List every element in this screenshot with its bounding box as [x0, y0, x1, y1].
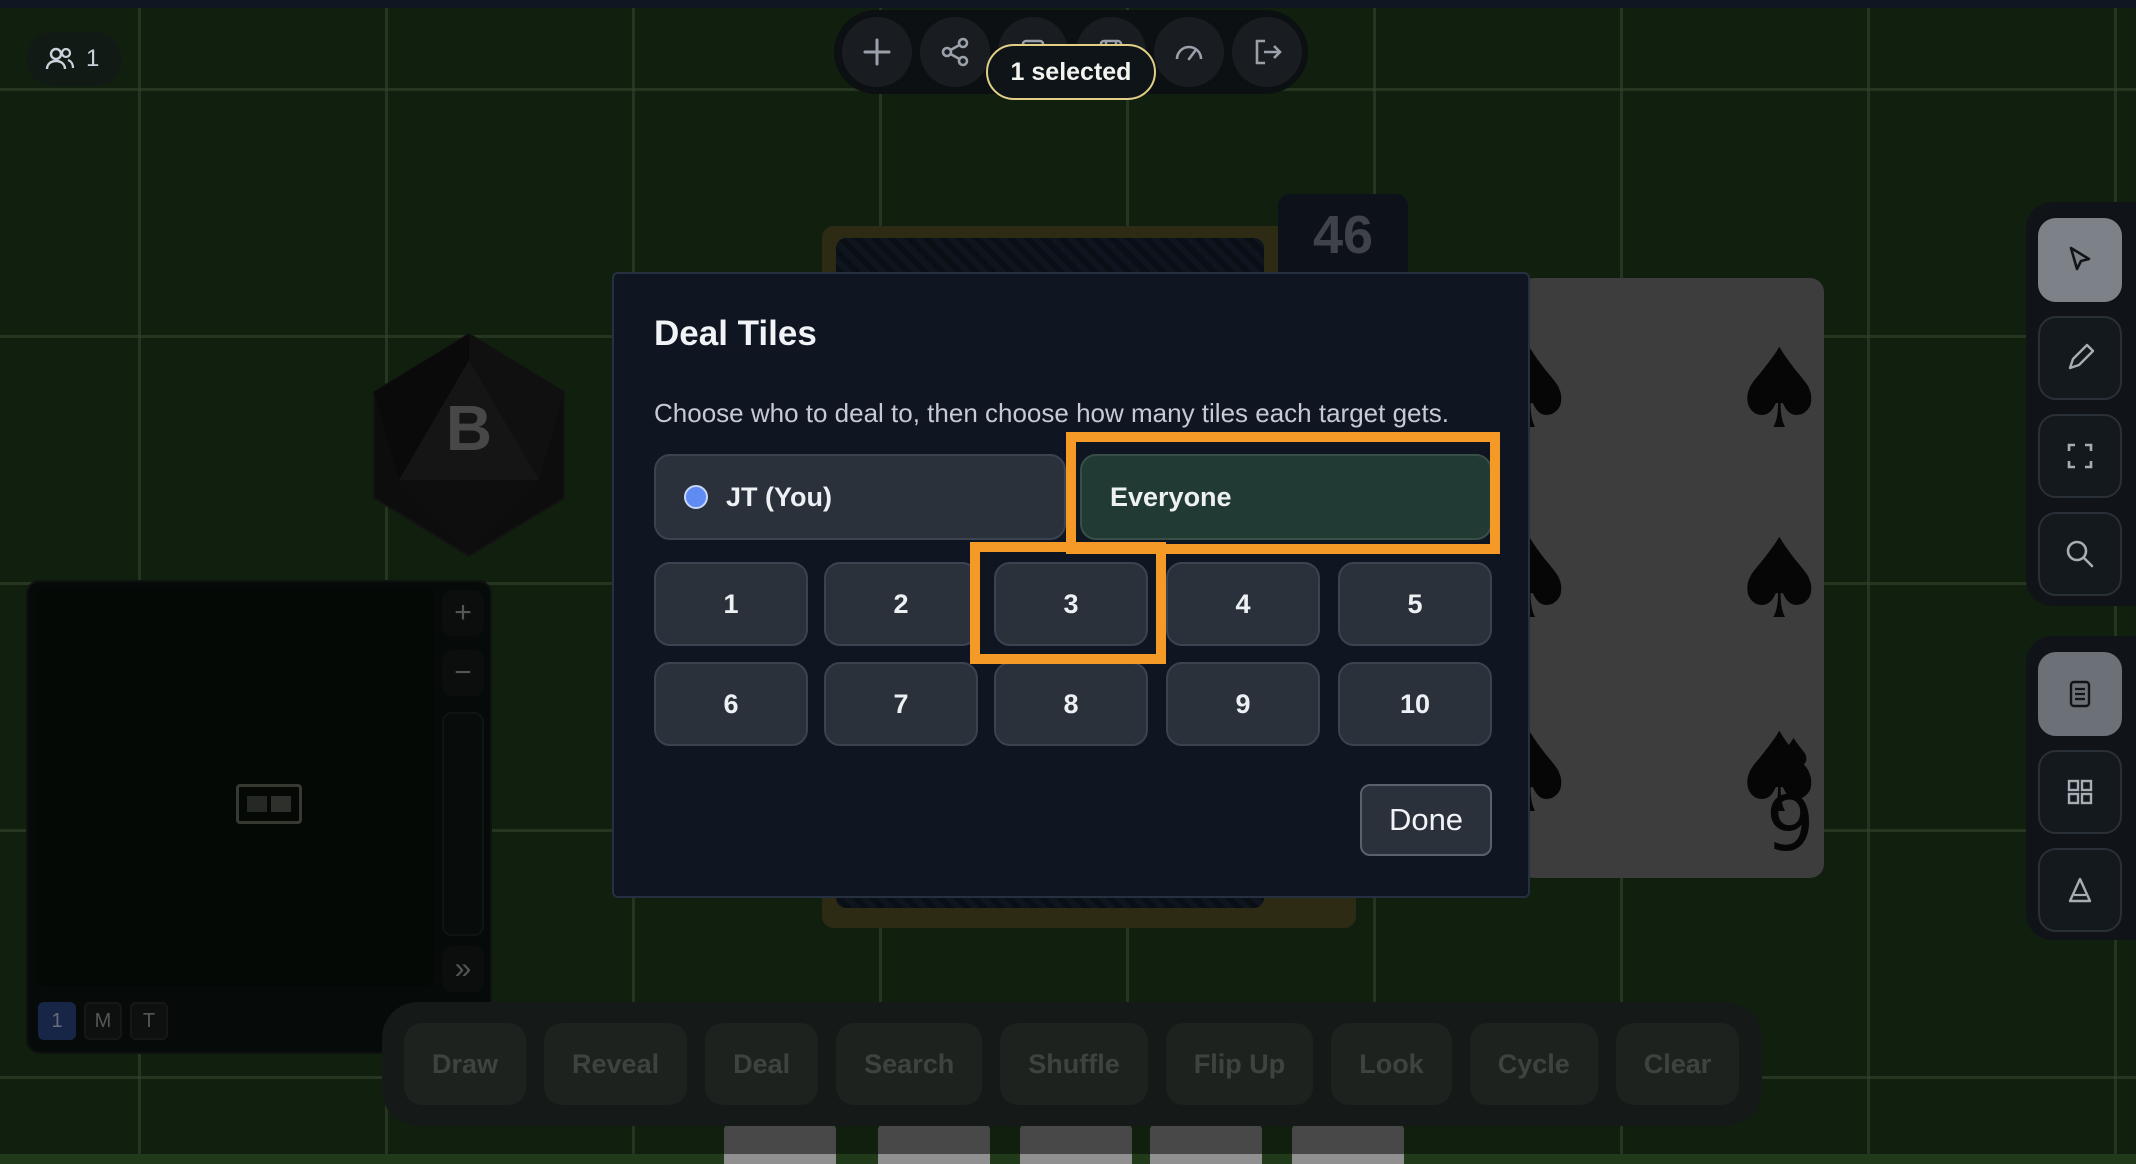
share-button[interactable] [920, 17, 990, 87]
speedometer-icon [1175, 45, 1203, 61]
players-count: 1 [86, 45, 100, 72]
search-icon [2066, 540, 2094, 568]
players-indicator[interactable]: 1 [26, 32, 122, 86]
notes-icon [2069, 680, 2091, 708]
pointer-icon [2069, 246, 2091, 271]
target-you-label: JT (You) [726, 481, 832, 512]
text-icon [2068, 877, 2092, 903]
count-button-2[interactable]: 2 [824, 562, 978, 646]
dialog-title: Deal Tiles [654, 314, 817, 353]
dialog-description: Choose who to deal to, then choose how m… [654, 398, 1449, 428]
performance-button[interactable] [1154, 17, 1224, 87]
done-button[interactable]: Done [1360, 784, 1492, 856]
count-button-5[interactable]: 5 [1338, 562, 1492, 646]
grid-icon [2067, 779, 2093, 805]
count-button-4[interactable]: 4 [1166, 562, 1320, 646]
users-icon [45, 47, 75, 70]
plus-icon [863, 38, 891, 66]
selection-count-badge: 1 selected [986, 44, 1156, 100]
share-icon [941, 37, 969, 67]
tool-rail-bottom [2026, 636, 2136, 940]
target-you-button[interactable]: JT (You) [654, 454, 1066, 540]
target-everyone-button[interactable]: Everyone [1080, 454, 1492, 540]
count-button-8[interactable]: 8 [994, 662, 1148, 746]
count-button-10[interactable]: 10 [1338, 662, 1492, 746]
fullscreen-button[interactable] [2038, 414, 2122, 498]
count-button-6[interactable]: 6 [654, 662, 808, 746]
tool-rail-top [2026, 202, 2136, 606]
draw-tool-button[interactable] [2038, 316, 2122, 400]
grid-button[interactable] [2038, 750, 2122, 834]
count-button-9[interactable]: 9 [1166, 662, 1320, 746]
radio-selected-icon [684, 485, 708, 509]
exit-icon [1255, 39, 1282, 65]
count-button-1[interactable]: 1 [654, 562, 808, 646]
search-tool-button[interactable] [2038, 512, 2122, 596]
add-button[interactable] [842, 17, 912, 87]
notes-button[interactable] [2038, 652, 2122, 736]
pencil-icon [2068, 343, 2095, 370]
count-button-7[interactable]: 7 [824, 662, 978, 746]
deal-tiles-dialog: Deal Tiles Choose who to deal to, then c… [612, 272, 1530, 898]
exit-button[interactable] [1232, 17, 1302, 87]
count-button-3[interactable]: 3 [994, 562, 1148, 646]
select-tool-button[interactable] [2038, 218, 2122, 302]
target-everyone-label: Everyone [1110, 481, 1232, 512]
fullscreen-icon [2067, 443, 2093, 469]
window-top-strip [0, 0, 2136, 8]
text-tool-button[interactable] [2038, 848, 2122, 932]
